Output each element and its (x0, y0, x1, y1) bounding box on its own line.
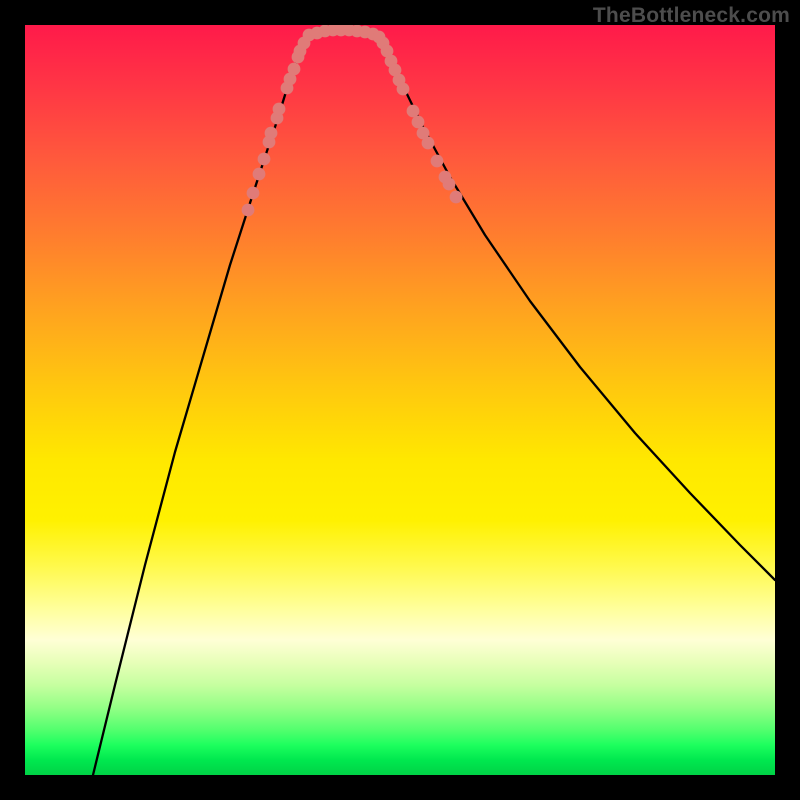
gradient-background (25, 25, 775, 775)
plot-area (25, 25, 775, 775)
chart-frame: TheBottleneck.com (0, 0, 800, 800)
